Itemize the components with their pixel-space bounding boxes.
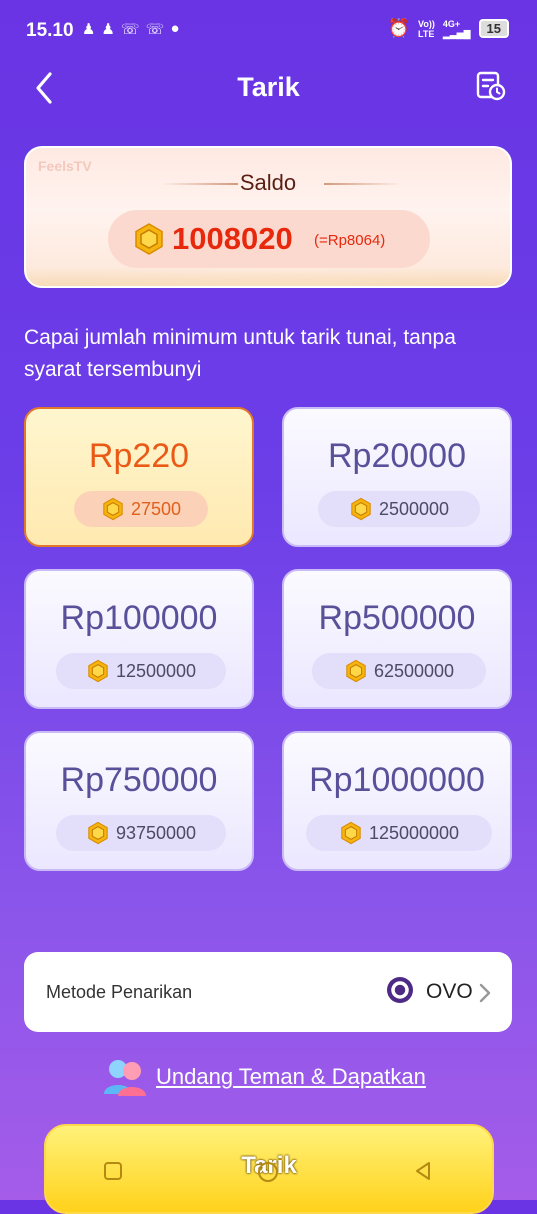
- whatsapp-icon: ☏: [145, 21, 165, 38]
- person-add-icon: ♟: [82, 21, 96, 38]
- option-price: Rp220: [88, 437, 190, 475]
- coin-icon: [346, 659, 366, 683]
- coin-icon: [351, 497, 371, 521]
- option-coins-pill: 93750000: [56, 815, 226, 851]
- page-title: Tarik: [237, 72, 300, 102]
- withdraw-option-4[interactable]: Rp750000 93750000: [24, 731, 254, 871]
- method-value: OVO: [426, 980, 473, 1003]
- withdraw-method-row[interactable]: Metode Penarikan OVO: [24, 952, 512, 1032]
- whatsapp-icon: ☏: [120, 21, 140, 38]
- option-coins-pill: 12500000: [56, 653, 226, 689]
- withdraw-option-0[interactable]: Rp220 27500: [24, 407, 254, 547]
- option-coins: 2500000: [378, 498, 450, 519]
- option-price: Rp500000: [318, 599, 476, 637]
- coin-icon: [88, 821, 108, 845]
- option-price: Rp20000: [327, 437, 466, 475]
- option-price: Rp1000000: [309, 761, 485, 799]
- coin-icon: [88, 659, 108, 683]
- invite-friends-icon: [104, 1060, 146, 1096]
- withdraw-option-1[interactable]: Rp20000 2500000: [282, 407, 512, 547]
- invite-text: Undang Teman & Dapatkan: [156, 1064, 426, 1089]
- balance-label: Saldo: [239, 170, 297, 195]
- back-nav-icon[interactable]: [412, 1160, 434, 1182]
- option-coins-pill: 125000000: [306, 815, 492, 851]
- withdraw-option-2[interactable]: Rp100000 12500000: [24, 569, 254, 709]
- battery-icon: 15: [478, 19, 509, 38]
- balance-card: FeelsTV Saldo 1008020 (=Rp8064): [24, 146, 512, 288]
- divider: [324, 183, 402, 185]
- system-nav-bar: [0, 1150, 537, 1200]
- signal-icon: 4G+ ▂▃▅▇: [442, 18, 471, 39]
- withdraw-option-3[interactable]: Rp500000 62500000: [282, 569, 512, 709]
- option-coins: 12500000: [115, 660, 197, 681]
- option-coins-pill: 62500000: [312, 653, 486, 689]
- chevron-right-icon: [479, 983, 491, 1003]
- notification-icons: ♟ ♟ ☏ ☏ ●: [82, 20, 180, 38]
- balance-pill: 1008020 (=Rp8064): [108, 210, 430, 268]
- status-bar: 15.10 ♟ ♟ ☏ ☏ ● ⏰ Vo)) LTE 4G+ ▂▃▅▇ 15: [0, 0, 537, 60]
- history-icon[interactable]: [475, 70, 507, 102]
- option-price: Rp750000: [60, 761, 218, 799]
- withdraw-option-5[interactable]: Rp1000000 125000000: [282, 731, 512, 871]
- message-icon: ●: [170, 20, 180, 37]
- option-price: Rp100000: [60, 599, 218, 637]
- option-coins: 27500: [130, 498, 182, 519]
- balance-converted: (=Rp8064): [314, 232, 386, 249]
- app-header: Tarik: [0, 60, 537, 120]
- coin-icon: [135, 223, 163, 255]
- option-coins: 125000000: [368, 822, 460, 843]
- status-time: 15.10: [26, 20, 74, 41]
- ovo-logo-icon: [387, 977, 413, 1003]
- balance-amount: 1008020: [172, 221, 293, 256]
- volte-indicator: Vo)) LTE: [418, 18, 435, 39]
- invite-friends-link[interactable]: Undang Teman & Dapatkan: [0, 1056, 537, 1100]
- option-coins: 62500000: [373, 660, 455, 681]
- method-label: Metode Penarikan: [46, 982, 193, 1002]
- alarm-icon: ⏰: [387, 18, 411, 38]
- option-coins-pill: 2500000: [318, 491, 480, 527]
- status-right: ⏰ Vo)) LTE 4G+ ▂▃▅▇ 15: [388, 18, 509, 39]
- option-coins-pill: 27500: [74, 491, 208, 527]
- coin-pile-decoration: [26, 264, 510, 286]
- home-icon[interactable]: [256, 1160, 280, 1184]
- withdraw-note: Capai jumlah minimum untuk tarik tunai, …: [24, 326, 456, 381]
- coin-icon: [103, 497, 123, 521]
- option-coins: 93750000: [115, 822, 197, 843]
- coin-icon: [341, 821, 361, 845]
- person-add-icon: ♟: [101, 21, 115, 38]
- recent-apps-icon[interactable]: [102, 1160, 124, 1182]
